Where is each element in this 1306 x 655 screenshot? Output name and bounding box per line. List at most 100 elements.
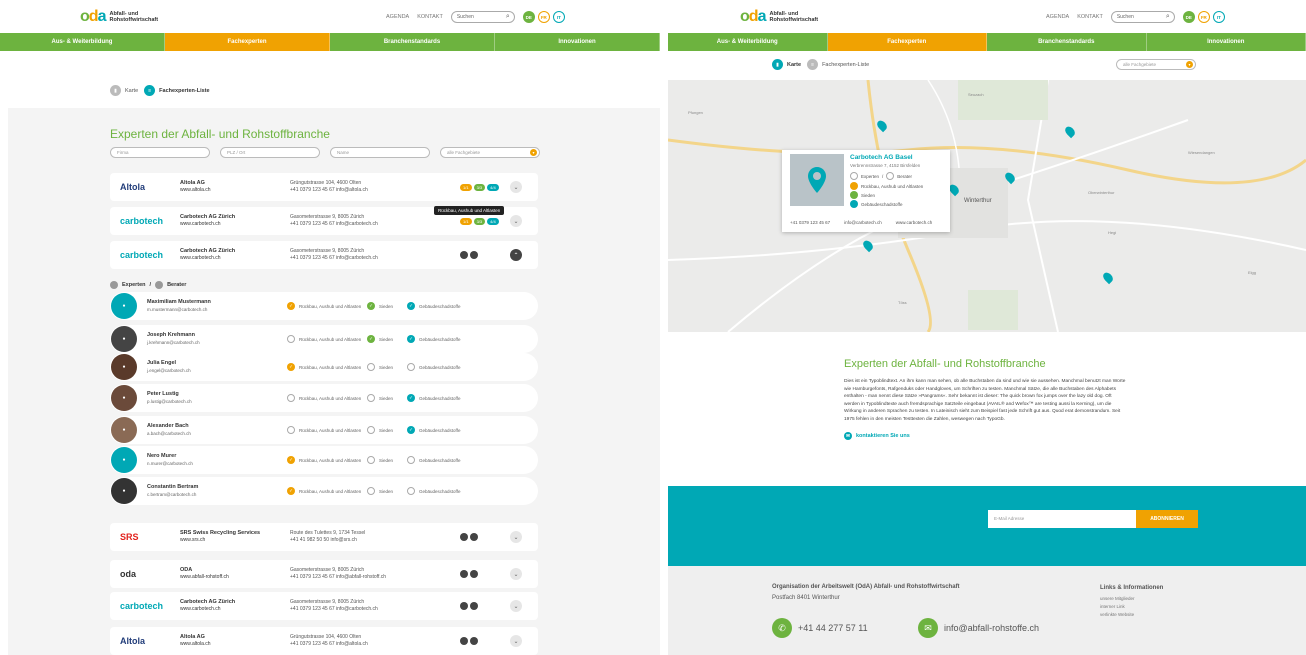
company-web[interactable]: www.carbotech.ch (180, 221, 221, 227)
filter-name[interactable]: Name (330, 147, 430, 158)
filter-plz[interactable]: PLZ / Ort (220, 147, 320, 158)
popup-web[interactable]: www.carbotech.ch (896, 220, 933, 225)
lang-fr[interactable]: FR (537, 11, 550, 23)
footer-phone[interactable]: ✆ +41 44 277 57 11 (772, 618, 868, 638)
chevron-down-icon[interactable]: ⌄ (510, 215, 522, 227)
lang-it[interactable]: IT (1212, 11, 1225, 23)
chevron-down-icon[interactable]: ⌄ (510, 600, 522, 612)
company-card[interactable]: carbotech Carbotech AG Zürich www.carbotec… (110, 592, 538, 620)
person-row[interactable]: ● Julia Engel j.engel@carbotech.ch ✓ Rückbau… (110, 353, 538, 381)
search-input[interactable]: Suchen ⌕ (1110, 11, 1175, 23)
footer-mail[interactable]: ✉ info@abfall-rohstoffe.ch (918, 618, 1039, 638)
person-row[interactable]: ● Joseph Krehmann j.krehmann@carbotech.ch R… (110, 325, 538, 353)
company-web[interactable]: www.altola.ch (180, 187, 211, 193)
footer-link[interactable]: verlinkte Website (1100, 611, 1163, 619)
company-name: Carbotech AG Zürich (180, 599, 236, 605)
company-mail[interactable]: info@altola.ch (336, 641, 368, 647)
oda-logo[interactable]: oda Abfall- und Rohstoffwirtschaft (80, 8, 158, 26)
company-phone[interactable]: +41 0379 123 45 67 (290, 606, 335, 612)
toggle-list[interactable]: ≡ Fachexperten-Liste (807, 59, 869, 70)
chevron-down-icon[interactable]: ⌄ (510, 181, 522, 193)
popup-phone[interactable]: +41 0379 123 45 67 (790, 220, 830, 225)
company-phone[interactable]: +41 0379 123 45 67 (290, 574, 335, 580)
email-field[interactable]: E-Mail Adresse (988, 510, 1136, 528)
lang-de[interactable]: DE (1182, 11, 1195, 23)
company-card[interactable]: Altola Altola AG www.altola.ch Grüngutstras… (110, 627, 538, 655)
nav-innovationen[interactable]: Innovationen (495, 33, 660, 51)
chevron-down-icon: ▾ (530, 149, 537, 156)
person-mail[interactable]: j.engel@carbotech.ch (147, 368, 191, 373)
footer-link[interactable]: unsere Mitglieder (1100, 595, 1163, 603)
lang-it[interactable]: IT (552, 11, 565, 23)
avatar: ● (111, 354, 137, 380)
company-card-expanded[interactable]: carbotech Carbotech AG Zürich www.carbote… (110, 241, 538, 269)
contact-link[interactable]: ✉ kontaktieren Sie uns (844, 431, 1126, 440)
kontakt-link[interactable]: KONTAKT (417, 14, 443, 20)
company-phone[interactable]: +41 41 982 50 50 (290, 537, 329, 543)
company-card[interactable]: SRS SRS Swiss Recycling Services www.srs.c… (110, 523, 538, 551)
person-row[interactable]: ● Peter Lustig p.lustig@carbotech.ch Rückba… (110, 384, 538, 412)
chevron-up-icon[interactable]: ⌃ (510, 249, 522, 261)
person-mail[interactable]: c.bertram@carbotech.ch (147, 492, 196, 497)
oda-logo[interactable]: oda Abfall- und Rohstoffwirtschaft (740, 8, 818, 26)
popup-mail[interactable]: info@carbotech.ch (844, 220, 882, 225)
company-card[interactable]: oda ODA www.abfall-rohstoff.ch Gasometerstr… (110, 560, 538, 588)
nav-ausbildung[interactable]: Aus- & Weiterbildung (668, 33, 828, 51)
agenda-link[interactable]: AGENDA (386, 14, 409, 20)
person-row[interactable]: ● Maximiliam Mustermann m.mustermann@carbo… (110, 292, 538, 320)
footer-link[interactable]: interner Link (1100, 603, 1163, 611)
company-web[interactable]: www.altola.ch (180, 641, 211, 647)
filter-firma[interactable]: Firma (110, 147, 210, 158)
nav-branchenstandards[interactable]: Branchenstandards (330, 33, 495, 51)
person-name: Alexander Bach (147, 423, 189, 429)
company-web[interactable]: www.srs.ch (180, 537, 205, 543)
company-phone[interactable]: +41 0379 123 45 67 (290, 187, 335, 193)
company-mail[interactable]: info@altola.ch (336, 187, 368, 193)
search-input[interactable]: Suchen ⌕ (450, 11, 515, 23)
company-web[interactable]: www.carbotech.ch (180, 255, 221, 261)
person-mail[interactable]: n.murer@carbotech.ch (147, 461, 193, 466)
agenda-link[interactable]: AGENDA (1046, 14, 1069, 20)
chevron-down-icon[interactable]: ⌄ (510, 635, 522, 647)
lang-fr[interactable]: FR (1197, 11, 1210, 23)
map[interactable]: Winterthur Pfungen Wiesendangen Seuzach … (668, 80, 1306, 332)
company-card[interactable]: Altola Altola AG www.altola.ch Grüngutstr… (110, 173, 538, 201)
nav-ausbildung[interactable]: Aus- & Weiterbildung (0, 33, 165, 51)
person-mail[interactable]: j.krehmann@carbotech.ch (147, 340, 200, 345)
person-mail[interactable]: p.lustig@carbotech.ch (147, 399, 192, 404)
person-row[interactable]: ● Constantin Bertram c.bertram@carbotech.c… (110, 477, 538, 505)
badge[interactable]: 1/1 (460, 217, 472, 225)
company-mail[interactable]: info@srs.ch (330, 537, 356, 543)
map-icon: ▮ (772, 59, 783, 70)
company-mail[interactable]: info@carbotech.ch (336, 255, 378, 261)
map-popup[interactable]: Carbotech AG Basel Verbrennstrasse 7, 41… (782, 150, 950, 232)
company-mail[interactable]: info@abfall-rohstoff.ch (336, 574, 386, 580)
company-web[interactable]: www.abfall-rohstoff.ch (180, 574, 229, 580)
toggle-map[interactable]: ▮ Karte (772, 59, 801, 70)
filter-fachgebiet[interactable]: alle Fachgebiete ▾ (440, 147, 540, 158)
logo-mark: oda (740, 8, 766, 25)
company-mail[interactable]: info@carbotech.ch (336, 606, 378, 612)
company-phone[interactable]: +41 0379 123 45 67 (290, 255, 335, 261)
nav-branchenstandards[interactable]: Branchenstandards (987, 33, 1147, 51)
company-phone[interactable]: +41 0379 123 45 67 (290, 641, 335, 647)
person-row[interactable]: ● Nero Murer n.murer@carbotech.ch ✓ Rückbau,… (110, 446, 538, 474)
person-row[interactable]: ● Alexander Bach a.bach@carbotech.ch Rückba… (110, 416, 538, 444)
toggle-list[interactable]: ≡ Fachexperten-Liste (144, 85, 210, 96)
filter-fachgebiet[interactable]: alle Fachgebiete ▾ (1116, 59, 1196, 70)
person-mail[interactable]: a.bach@carbotech.ch (147, 431, 191, 436)
company-mail[interactable]: info@carbotech.ch (336, 221, 378, 227)
lang-de[interactable]: DE (522, 11, 535, 23)
company-web[interactable]: www.carbotech.ch (180, 606, 221, 612)
nav-fachexperten[interactable]: Fachexperten (827, 33, 987, 51)
nav-innovationen[interactable]: Innovationen (1147, 33, 1306, 51)
person-mail[interactable]: m.mustermann@carbotech.ch (147, 307, 207, 312)
nav-fachexperten[interactable]: Fachexperten (165, 33, 330, 51)
avatar: ● (111, 447, 137, 473)
toggle-map[interactable]: ▮ Karte (110, 85, 138, 96)
chevron-down-icon[interactable]: ⌄ (510, 568, 522, 580)
chevron-down-icon[interactable]: ⌄ (510, 531, 522, 543)
subscribe-button[interactable]: ABONNIEREN (1136, 510, 1198, 528)
kontakt-link[interactable]: KONTAKT (1077, 14, 1103, 20)
company-phone[interactable]: +41 0379 123 45 67 (290, 221, 335, 227)
